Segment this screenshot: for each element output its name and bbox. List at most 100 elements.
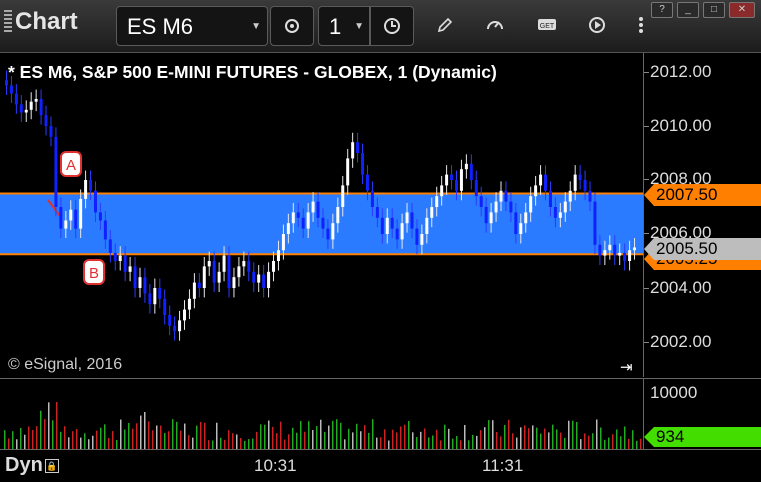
symbol-input[interactable]: ES M6 ▼ (116, 6, 268, 46)
volume-bar (200, 421, 202, 449)
minimize-button[interactable]: _ (677, 2, 699, 18)
volume-bar (260, 424, 262, 449)
more-button[interactable] (630, 14, 652, 36)
maximize-button[interactable]: □ (703, 2, 725, 18)
time-mode-label[interactable]: Dyn 🔒 (5, 454, 59, 477)
volume-bar (156, 425, 158, 449)
app-title: Chart (4, 8, 78, 36)
volume-bar (84, 433, 86, 449)
volume-bar (384, 429, 386, 449)
candle-body (395, 228, 399, 240)
candle-body (450, 174, 454, 180)
volume-bar (12, 431, 14, 449)
volume-chart[interactable] (0, 378, 643, 449)
volume-bar (516, 437, 518, 449)
candle-body (187, 298, 191, 310)
speed-button[interactable] (484, 14, 506, 36)
candle-body (563, 201, 567, 213)
symbol-link-button[interactable] (270, 6, 314, 46)
chevron-down-icon[interactable]: ▼ (354, 21, 364, 32)
volume-bar (460, 440, 462, 449)
volume-bar (448, 428, 450, 449)
help-button[interactable]: ? (651, 2, 673, 18)
volume-bar (312, 430, 314, 449)
candle-body (603, 250, 607, 256)
candle-body (138, 277, 142, 288)
marker-a: A (60, 151, 82, 177)
volume-bar (380, 437, 382, 449)
candle-body (613, 244, 617, 256)
scroll-to-end-icon[interactable]: ⇥ (620, 358, 633, 376)
candle-body (173, 325, 177, 332)
volume-bar (452, 438, 454, 449)
candle-body (311, 201, 315, 213)
volume-bar (52, 420, 54, 449)
marker-b: B (83, 259, 105, 285)
candle-body (588, 190, 592, 202)
candle-body (361, 153, 365, 175)
toolbar: Chart ES M6 ▼ 1 ▼ GET ? _ □ ✕ (0, 0, 761, 53)
volume-bar (428, 437, 430, 449)
volume-bar (68, 437, 70, 449)
volume-bar (496, 431, 498, 449)
volume-bar (148, 421, 150, 449)
volume-bar (400, 426, 402, 449)
volume-bar (440, 440, 442, 449)
volume-bar (296, 432, 298, 449)
volume-bar (136, 423, 138, 449)
candle-body (346, 158, 350, 186)
volume-bar (416, 437, 418, 449)
time-axis[interactable]: Dyn 🔒 10:31 11:31 (0, 449, 761, 482)
candle-body (281, 234, 285, 251)
volume-bar (220, 437, 222, 449)
more-vertical-icon (639, 17, 643, 33)
volume-bar (8, 438, 10, 449)
volume-bar (192, 437, 194, 449)
candle-body (454, 180, 458, 191)
volume-bar (72, 431, 74, 449)
candle-body (158, 288, 162, 299)
upper-band-tag: 2007.50 (644, 184, 761, 206)
candle-body (89, 180, 93, 191)
price-label: 2012.00 (650, 62, 712, 81)
price-label: 2002.00 (650, 332, 712, 351)
candle-body (252, 271, 256, 283)
candle-body (573, 174, 577, 191)
candle-body (128, 266, 132, 272)
volume-bar (388, 440, 390, 449)
get-button[interactable]: GET (536, 14, 558, 36)
candle-body (593, 201, 597, 245)
price-chart[interactable] (0, 53, 643, 377)
candle-body (197, 282, 201, 288)
chevron-down-icon[interactable]: ▼ (251, 21, 261, 32)
candle-body (257, 274, 261, 283)
candle-body (464, 163, 468, 170)
last-price-tag: 2005.50 (644, 238, 761, 260)
maximize-icon: □ (710, 4, 718, 15)
candle-body (553, 207, 557, 218)
volume-bar (356, 423, 358, 449)
candle-body (84, 180, 88, 199)
volume-bar (636, 440, 638, 449)
close-button[interactable]: ✕ (729, 2, 755, 18)
volume-axis[interactable]: 10000 934 (643, 378, 761, 449)
candle-body (54, 136, 58, 207)
candle-body (474, 180, 478, 197)
candle-body (405, 212, 409, 224)
interval-clock-button[interactable] (370, 6, 414, 46)
volume-bar (196, 425, 198, 449)
grip-icon[interactable] (4, 10, 12, 34)
volume-bar (32, 430, 34, 449)
gauge-icon (487, 21, 503, 30)
lock-icon[interactable]: 🔒 (44, 458, 59, 473)
candle-body (390, 217, 394, 229)
price-axis[interactable]: 2012.00 2010.00 2008.00 2006.00 2004.00 … (643, 53, 761, 377)
minimize-icon: _ (685, 4, 691, 15)
play-button[interactable] (586, 14, 608, 36)
candle-body (247, 261, 251, 272)
candle-body (608, 244, 612, 251)
volume-bar (588, 435, 590, 449)
interval-input[interactable]: 1 ▼ (318, 6, 370, 46)
candle-body (583, 180, 587, 191)
draw-tool-button[interactable] (434, 14, 456, 36)
